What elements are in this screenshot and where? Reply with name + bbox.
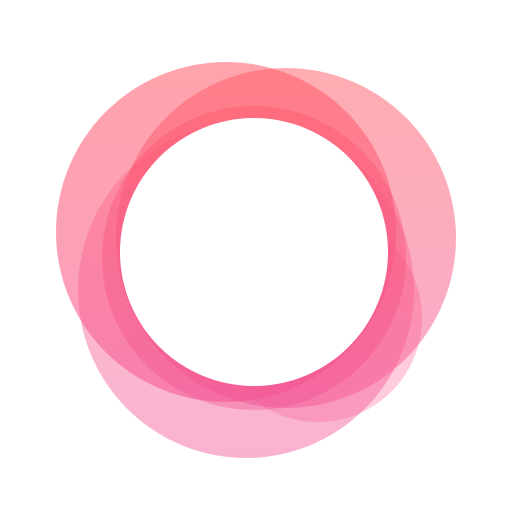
overlapping-rings-logo-icon (56, 62, 456, 458)
ring-center-hole (120, 118, 388, 386)
app-icon-canvas (0, 0, 512, 512)
